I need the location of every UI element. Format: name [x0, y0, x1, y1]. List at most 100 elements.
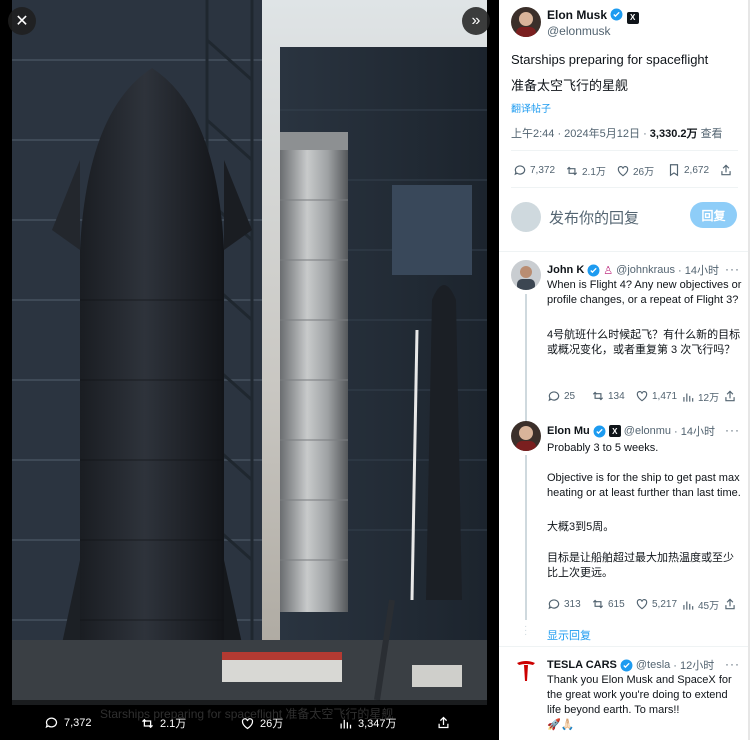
double-chevron-right-icon: »	[471, 12, 481, 29]
media-share-button[interactable]	[436, 715, 451, 730]
thread-dots: · · ·	[524, 621, 528, 640]
reply-stat-button[interactable]: 7,372	[513, 163, 555, 177]
reply-count: 7,372	[530, 164, 556, 176]
tweet-timestamp[interactable]: 上午2:44 · 2024年5月12日 ·	[511, 128, 647, 140]
reply-author-handle[interactable]: @elonmu	[624, 425, 671, 437]
verified-badge-icon	[610, 8, 623, 21]
like-stat-button[interactable]: 26万	[616, 163, 654, 178]
thread-line	[525, 294, 527, 432]
close-button[interactable]: ✕	[8, 7, 36, 35]
verified-badge-icon	[593, 425, 606, 437]
reply-icon	[45, 717, 58, 729]
repost-count: 615	[608, 598, 625, 610]
reply-stat-button[interactable]: 313	[547, 597, 581, 611]
reply-time[interactable]: · 14小时	[678, 262, 719, 278]
media-like-count: 26万	[260, 718, 284, 730]
reply-time[interactable]: · 12小时	[673, 657, 714, 673]
share-button[interactable]	[719, 163, 733, 177]
x-affiliate-icon: X	[608, 425, 621, 437]
tweet-text-zh: 准备太空飞行的星舰	[511, 78, 629, 93]
divider	[499, 646, 750, 647]
verified-badge-icon	[587, 264, 600, 276]
tweet-detail-column: Elon Musk X @elonmusk Starships preparin…	[499, 0, 750, 740]
views-chart-icon	[683, 393, 694, 402]
subscriber-badge-icon: ♙	[603, 264, 614, 277]
repost-icon	[566, 166, 578, 175]
expand-panel-button[interactable]: »	[462, 7, 490, 35]
tweet-text-en: Starships preparing for spaceflight	[511, 52, 709, 67]
media-reply-button[interactable]: 7,372	[44, 715, 92, 730]
media-viewer: ✕ » Starships preparing for spaceflight …	[0, 0, 499, 740]
translate-link[interactable]: 翻译帖子	[511, 100, 551, 115]
reply-author-name[interactable]: Elon Mu	[547, 425, 590, 437]
views-count: 45万	[698, 601, 720, 612]
more-options-icon[interactable]: ···	[725, 657, 740, 671]
tweet-views-count: 3,330.2万	[649, 128, 698, 140]
reply-icon	[548, 599, 560, 610]
show-replies-link[interactable]: 显示回复	[547, 627, 591, 643]
reply-text-en-1: Probably 3 to 5 weeks.	[547, 442, 659, 454]
rocket-emoji-icon: 🚀🙏🏻	[547, 719, 575, 731]
reply-author-name[interactable]: TESLA CARS	[547, 659, 617, 671]
tweet-views-label: 查看	[700, 128, 723, 140]
share-button[interactable]	[723, 389, 737, 403]
tweet-meta: 上午2:44 · 2024年5月12日 · 3,330.2万 查看	[511, 125, 723, 141]
share-button[interactable]	[723, 597, 737, 611]
starship-photo[interactable]	[12, 0, 487, 705]
heart-icon	[636, 599, 648, 610]
repost-stat-button[interactable]: 2.1万	[565, 163, 606, 178]
media-views-button[interactable]: 3,347万	[338, 715, 397, 731]
reply-header: TESLA CARS @tesla · 12小时	[547, 657, 714, 673]
reply-time[interactable]: · 14小时	[674, 423, 715, 439]
reply-author-name[interactable]: John K	[547, 264, 584, 276]
reply-header: Elon Mu X @elonmu · 14小时	[547, 423, 715, 439]
divider	[499, 251, 750, 252]
reply-composer: 发布你的回复 回复	[499, 195, 750, 241]
repost-stat-button[interactable]: 615	[591, 597, 625, 611]
media-views-count: 3,347万	[358, 718, 397, 730]
share-icon	[725, 598, 735, 610]
tesla-logo-icon	[511, 655, 541, 685]
views-stat-button[interactable]: 45万	[681, 597, 719, 612]
reply-input[interactable]: 发布你的回复	[549, 207, 639, 228]
reply-avatar[interactable]	[511, 655, 541, 685]
media-repost-button[interactable]: 2.1万	[140, 715, 186, 731]
repost-stat-button[interactable]: 134	[591, 389, 625, 403]
reply-author-handle[interactable]: @johnkraus	[616, 264, 675, 276]
x-affiliate-icon: X	[626, 11, 639, 24]
like-count: 26万	[633, 167, 655, 178]
views-stat-button[interactable]: 12万	[681, 389, 719, 404]
reply-text-en: When is Flight 4? Any new objectives or …	[547, 279, 742, 306]
reply-count: 313	[564, 598, 581, 610]
close-icon: ✕	[15, 13, 29, 30]
author-handle[interactable]: @elonmusk	[547, 24, 611, 38]
heart-icon	[636, 391, 648, 402]
like-count: 1,471	[652, 390, 678, 402]
like-stat-button[interactable]: 5,217	[635, 597, 677, 611]
like-stat-button[interactable]: 1,471	[635, 389, 677, 403]
repost-icon	[592, 599, 604, 609]
views-chart-icon	[683, 601, 694, 610]
media-like-button[interactable]: 26万	[240, 715, 283, 731]
bookmark-stat-button[interactable]: 2,672	[667, 163, 709, 177]
media-reply-count: 7,372	[64, 716, 92, 729]
more-options-icon[interactable]: ···	[725, 423, 740, 437]
reply-stat-button[interactable]: 25	[547, 389, 575, 403]
reply-author-handle[interactable]: @tesla	[636, 659, 670, 671]
reply-submit-button[interactable]: 回复	[690, 202, 737, 228]
repost-count: 134	[608, 390, 625, 402]
bookmark-icon	[669, 164, 679, 177]
share-icon	[725, 390, 735, 402]
author-name[interactable]: Elon Musk X	[547, 8, 639, 24]
more-options-icon[interactable]: ···	[725, 262, 740, 276]
heart-icon	[241, 717, 254, 729]
views-chart-icon	[340, 719, 352, 728]
repost-icon	[592, 391, 604, 401]
author-avatar[interactable]	[511, 7, 541, 37]
reply-avatar[interactable]	[511, 421, 541, 451]
reply-icon	[514, 165, 526, 176]
reply-text-zh-2: 目标是让船舶超过最大加热温度或至少比上次更远。	[547, 552, 734, 579]
media-repost-count: 2.1万	[160, 718, 187, 730]
heart-icon	[617, 165, 629, 176]
reply-avatar[interactable]	[511, 260, 541, 290]
